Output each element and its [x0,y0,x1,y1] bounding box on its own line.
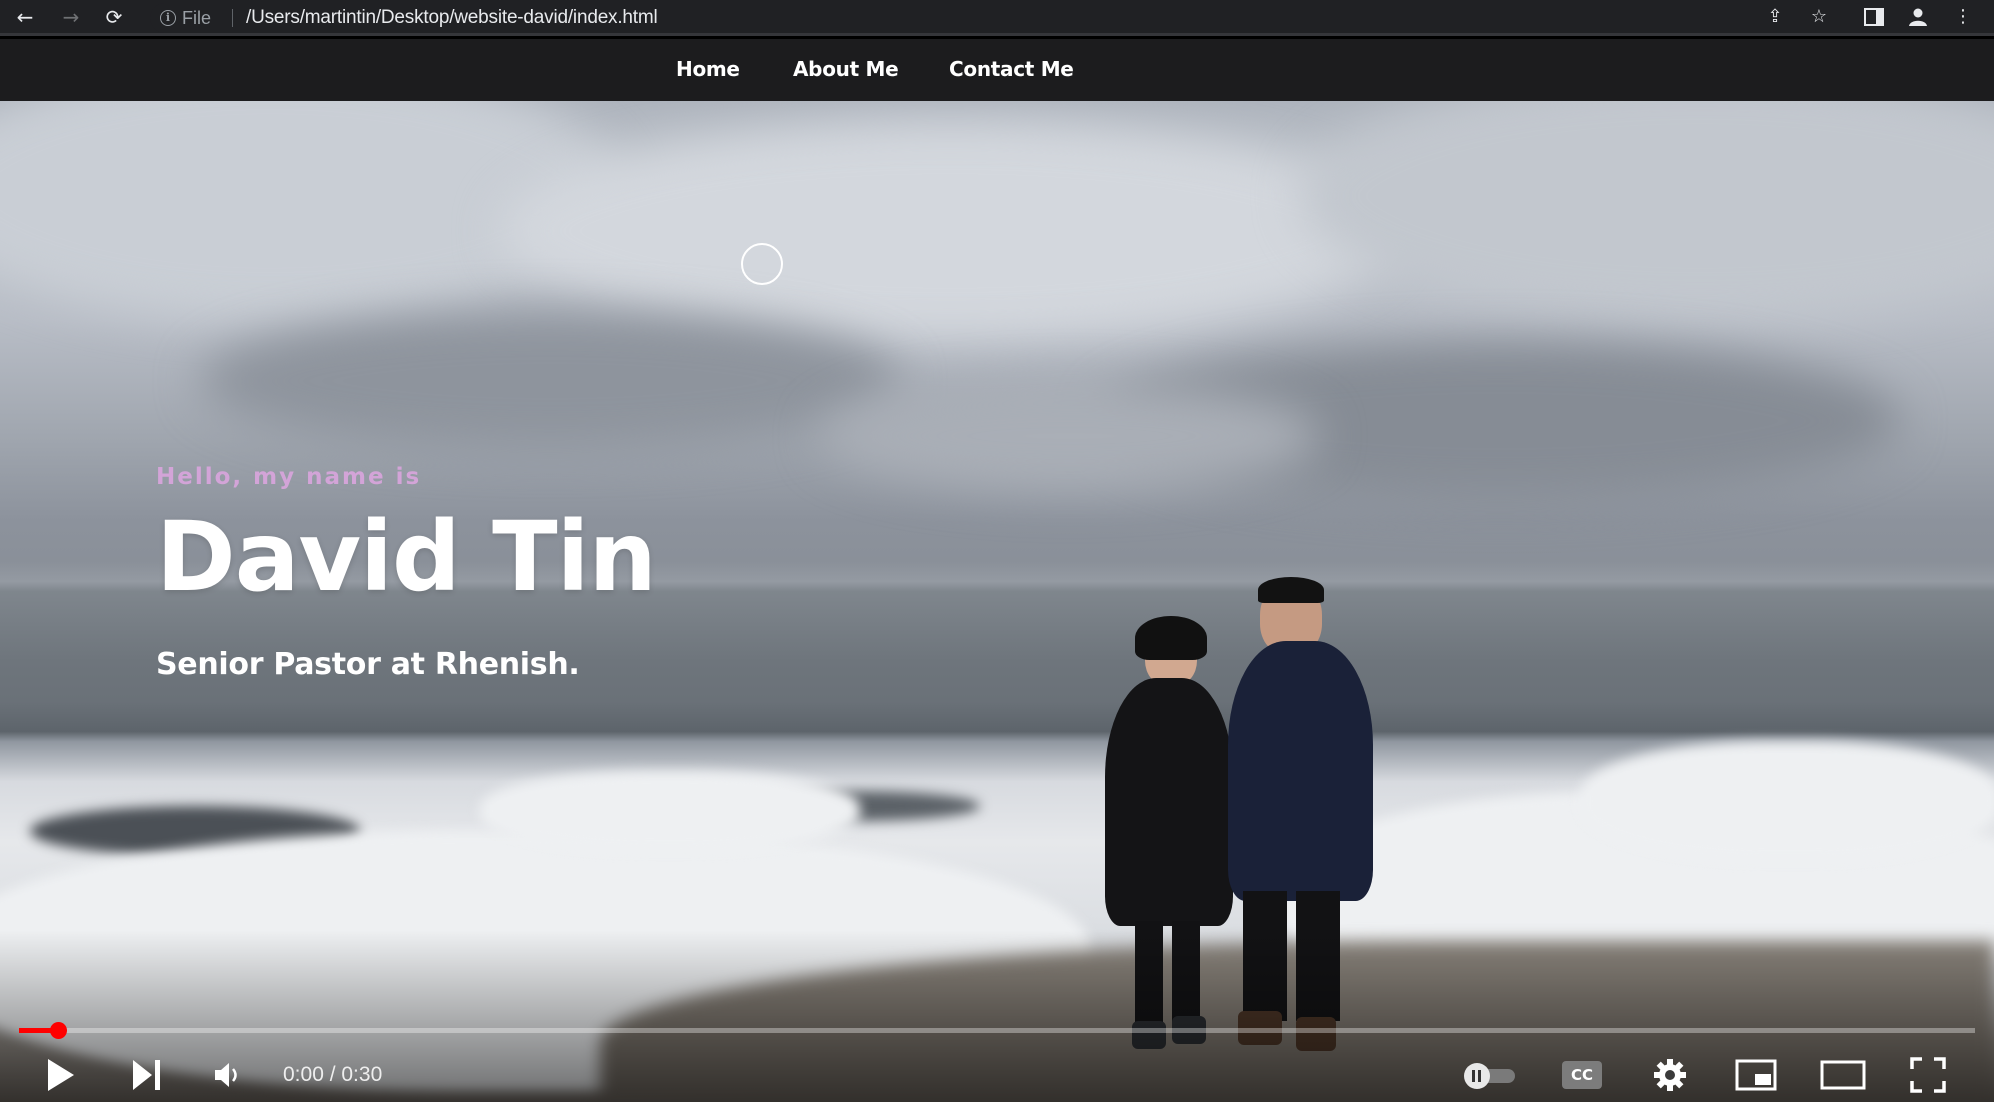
fullscreen-icon[interactable] [1908,1055,1948,1095]
volume-icon[interactable] [208,1055,248,1095]
browser-toolbar: ← → ⟳ i File /Users/martintin/Desktop/we… [0,0,1994,36]
cloud [500,121,1400,341]
hero-role: Senior Pastor at Rhenish. [156,647,580,682]
autoplay-toggle-icon[interactable] [1458,1055,1520,1095]
video-progress-bar[interactable] [19,1022,1975,1039]
snow-bank [1580,741,1994,861]
share-icon[interactable]: ⇪ [1762,4,1788,30]
url-text[interactable]: /Users/martintin/Desktop/website-david/i… [246,7,658,29]
next-icon[interactable] [126,1055,166,1095]
cloud [1300,101,1994,321]
address-bar[interactable]: i File /Users/martintin/Desktop/website-… [150,3,1870,33]
nav-link-contact-me[interactable]: Contact Me [949,57,1074,81]
woman-black-coat [1105,678,1233,926]
site-navbar: Home About Me Contact Me [0,39,1994,101]
play-icon[interactable] [40,1055,80,1095]
nav-link-home[interactable]: Home [676,57,740,81]
side-panel-icon[interactable] [1861,4,1887,30]
hero-name: David Tin [156,501,657,613]
nav-link-about-me[interactable]: About Me [793,57,899,81]
reload-icon[interactable]: ⟳ [101,4,127,30]
progress-scrubber[interactable] [50,1022,68,1039]
settings-gear-icon[interactable] [1650,1055,1690,1095]
file-scheme-label: File [182,8,212,28]
back-icon[interactable]: ← [12,4,38,30]
cloud [200,311,900,451]
woman-hair [1135,616,1207,660]
profile-icon[interactable] [1905,4,1931,30]
address-separator [232,9,233,27]
cursor-highlight-ring [741,243,783,285]
captions-icon[interactable]: CC [1562,1055,1604,1095]
man-hair [1258,577,1324,603]
forward-icon[interactable]: → [58,4,84,30]
bookmark-star-icon[interactable]: ☆ [1806,4,1832,30]
man-navy-jacket [1228,641,1373,901]
hero-greeting: Hello, my name is [156,464,422,490]
more-menu-icon[interactable]: ⋮ [1950,4,1976,30]
snow-bank [480,771,860,851]
video-time-display: 0:00 / 0:30 [283,1063,383,1086]
captions-label: CC [1562,1061,1602,1089]
cloud [820,381,1320,491]
theater-mode-icon[interactable] [1820,1055,1866,1095]
info-icon[interactable]: i [160,10,176,26]
miniplayer-icon[interactable] [1734,1055,1778,1095]
